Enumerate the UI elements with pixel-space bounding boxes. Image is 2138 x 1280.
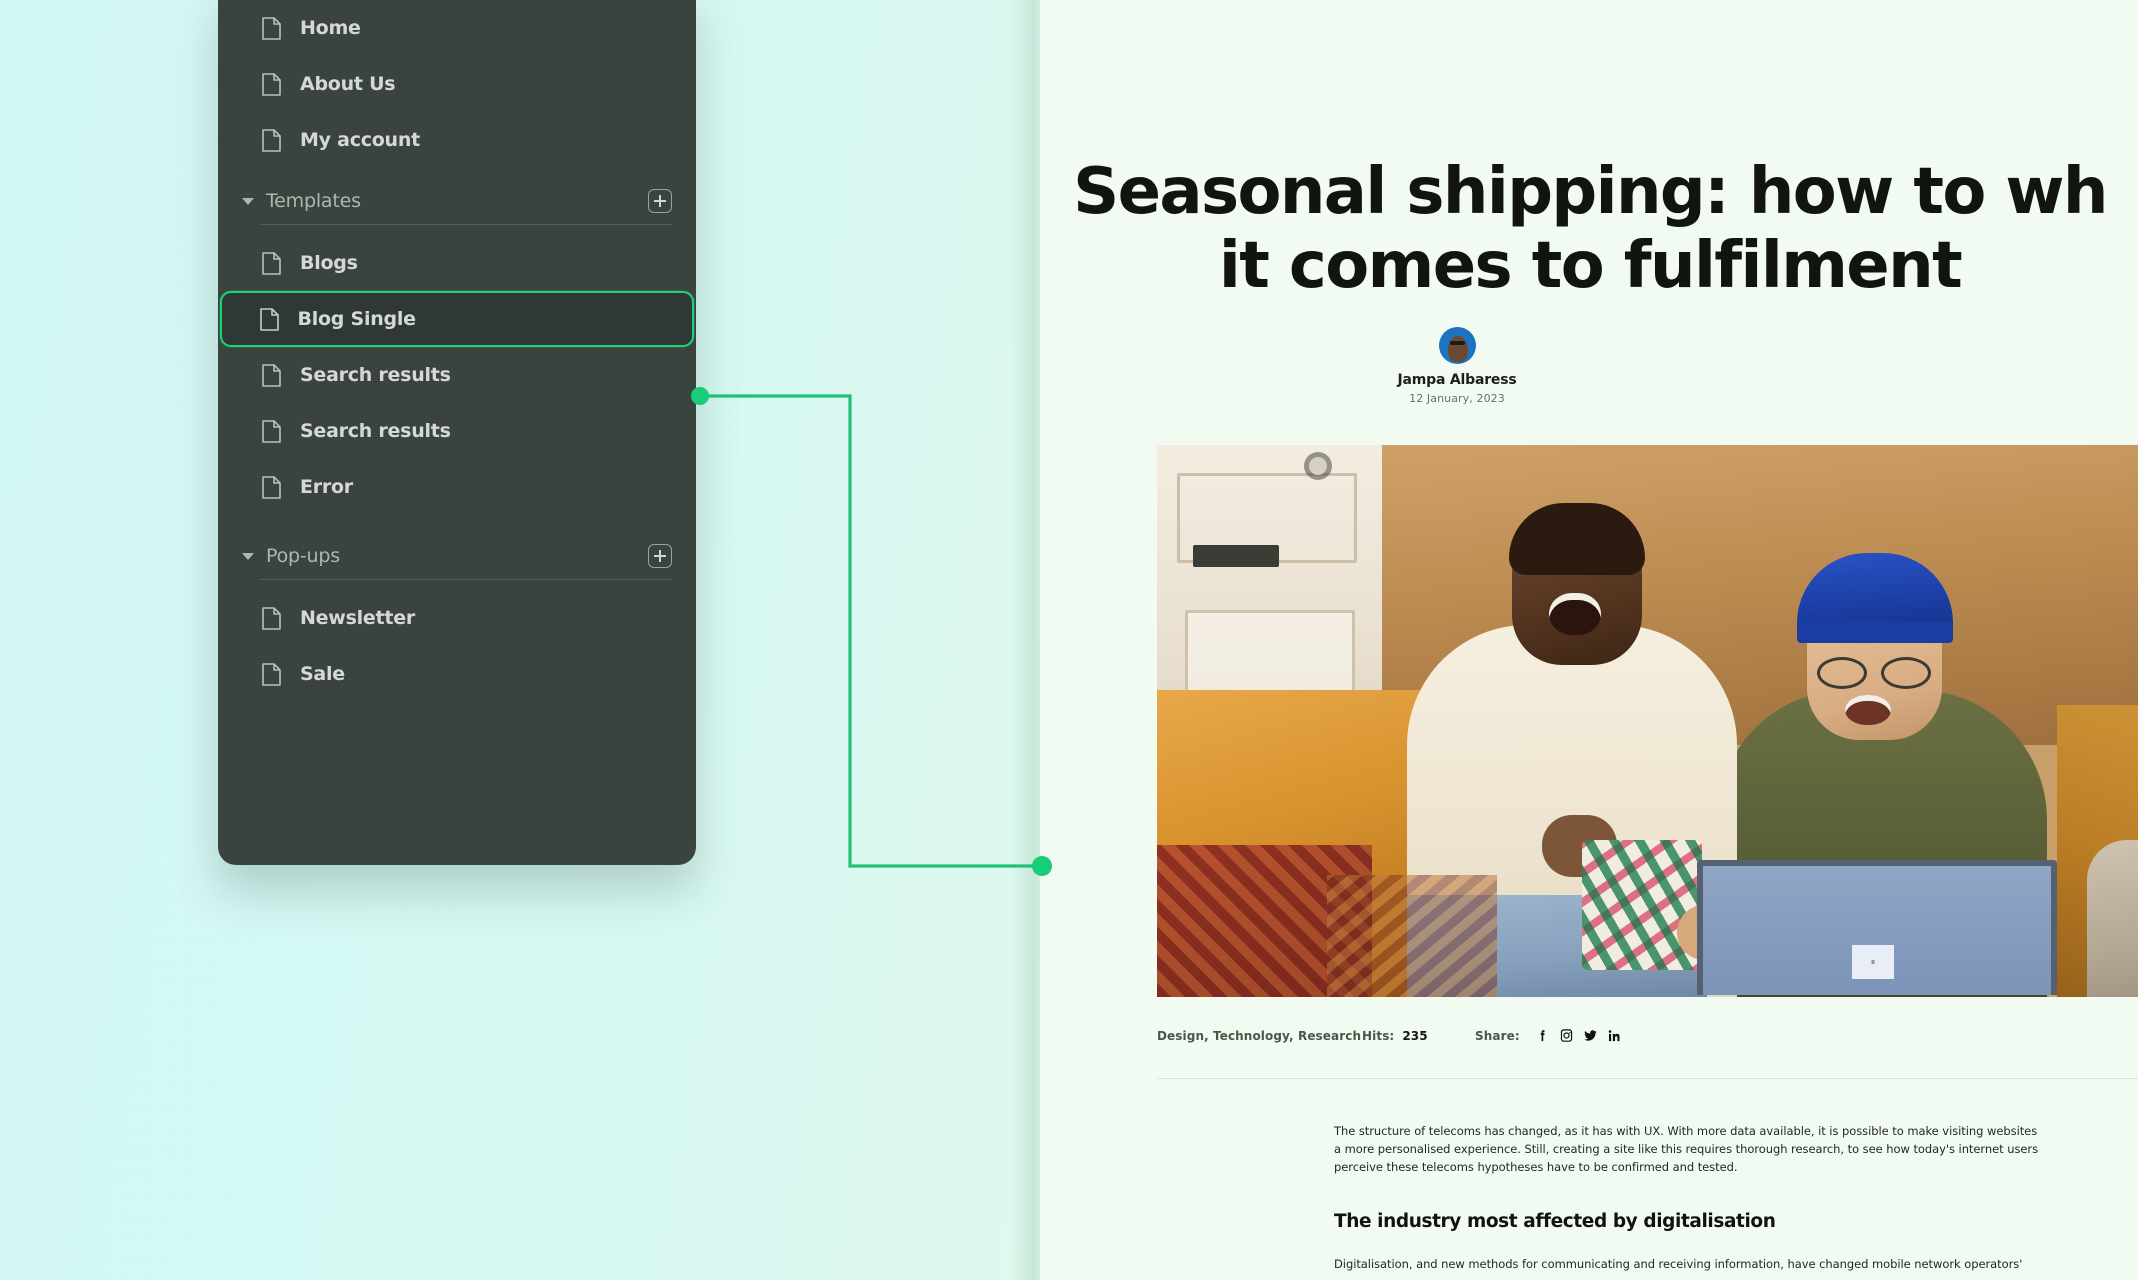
article-paragraph-2: Digitalisation, and new methods for comm… [1334, 1257, 2023, 1271]
panel-edge-shadow [1010, 0, 1044, 1280]
plus-icon[interactable] [648, 189, 672, 213]
sidebar-item-sale[interactable]: Sale [222, 646, 692, 702]
sidebar-item-label: About Us [300, 73, 396, 95]
article-heading-2: The industry most affected by digitalisa… [1334, 1211, 1776, 1232]
author-name: Jampa Albaress [1397, 372, 1517, 388]
article-tags: Design, Technology, Research [1157, 1028, 1362, 1043]
linkedin-icon[interactable] [1607, 1028, 1622, 1043]
sidebar-item-label: Blog Single [297, 308, 417, 330]
caret-down-icon[interactable] [242, 197, 254, 205]
article-hits: Hits: 235 [1362, 1029, 1475, 1043]
document-icon [262, 363, 281, 387]
pages-sidebar: Home About Us My account Templates Blogs… [218, 0, 696, 865]
caret-down-icon[interactable] [242, 552, 254, 560]
document-icon [262, 128, 281, 152]
document-icon [259, 307, 279, 331]
page-title-line-1: Seasonal shipping: how to wh [1073, 155, 2108, 229]
sidebar-item-home[interactable]: Home [222, 0, 692, 56]
document-icon [262, 72, 281, 96]
instagram-icon[interactable] [1559, 1028, 1574, 1043]
sidebar-section-pop-ups[interactable]: Pop-ups [218, 533, 696, 579]
sidebar-section-label: Pop-ups [266, 545, 340, 567]
hero-image [1157, 445, 2138, 997]
meta-divider [1157, 1078, 2138, 1079]
document-icon [262, 16, 281, 40]
sidebar-item-label: Search results [300, 420, 451, 442]
sidebar-item-label: Home [300, 17, 361, 39]
document-icon [262, 475, 281, 499]
plus-icon[interactable] [648, 544, 672, 568]
share-label: Share: [1475, 1028, 1520, 1043]
sidebar-item-label: My account [300, 129, 420, 151]
page-title-line-2: it comes to fulfilment [1218, 229, 1963, 304]
article-paragraph-1: The structure of telecoms has changed, a… [1334, 1124, 2039, 1175]
hits-label: Hits: [1362, 1028, 1395, 1043]
sidebar-item-label: Newsletter [300, 607, 415, 629]
document-icon [262, 662, 281, 686]
avatar [1438, 327, 1476, 364]
sidebar-item-blogs[interactable]: Blogs [222, 235, 692, 291]
sidebar-item-search-results-2[interactable]: Search results [222, 403, 692, 459]
document-icon [262, 419, 281, 443]
sidebar-section-label: Templates [266, 190, 361, 212]
page-title: Seasonal shipping: how to wh it comes to… [1040, 155, 2138, 303]
author-block: Jampa Albaress 12 January, 2023 [1157, 327, 1757, 405]
document-icon [262, 251, 281, 275]
sidebar-item-blog-single[interactable]: Blog Single [220, 291, 694, 347]
hits-value: 235 [1402, 1028, 1428, 1043]
sidebar-section-templates[interactable]: Templates [218, 178, 696, 224]
twitter-icon[interactable] [1583, 1028, 1598, 1043]
sidebar-item-label: Error [300, 476, 353, 498]
sidebar-item-label: Blogs [300, 252, 358, 274]
document-icon [262, 606, 281, 630]
sidebar-item-newsletter[interactable]: Newsletter [222, 590, 692, 646]
sidebar-item-my-account[interactable]: My account [222, 112, 692, 168]
sidebar-item-error[interactable]: Error [222, 459, 692, 515]
sidebar-item-about-us[interactable]: About Us [222, 56, 692, 112]
sidebar-item-search-results-1[interactable]: Search results [222, 347, 692, 403]
facebook-icon[interactable] [1535, 1028, 1550, 1043]
article-meta-row: Design, Technology, Research Hits: 235 S… [1157, 1028, 2138, 1043]
sidebar-item-label: Sale [300, 663, 345, 685]
author-date: 12 January, 2023 [1409, 392, 1505, 405]
share-group: Share: [1475, 1028, 1622, 1043]
sidebar-item-label: Search results [300, 364, 451, 386]
